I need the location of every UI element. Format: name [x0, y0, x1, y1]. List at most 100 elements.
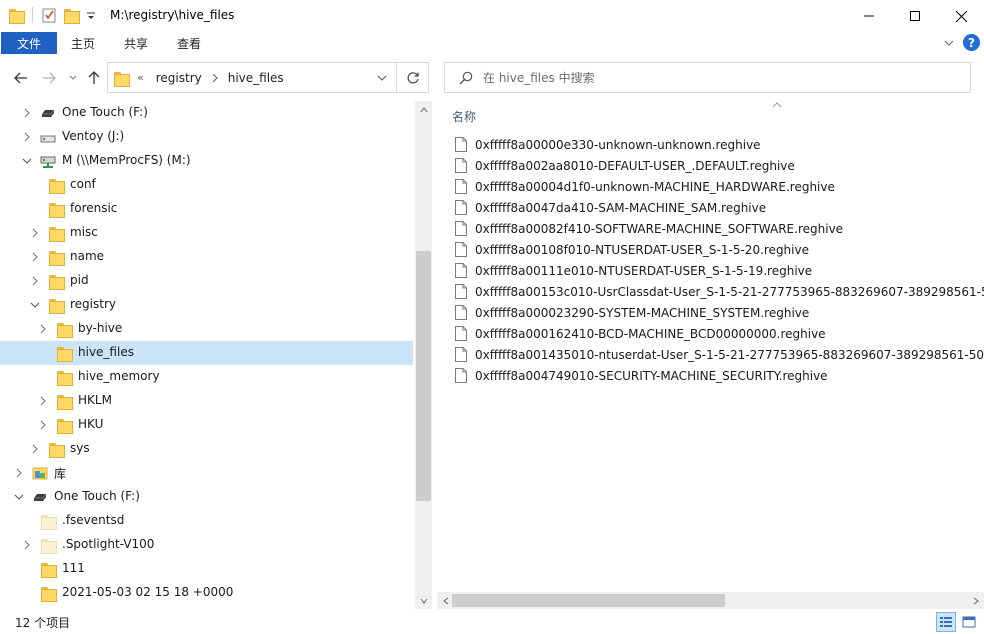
chevron-down-icon[interactable] [14, 492, 24, 502]
forward-button[interactable] [40, 69, 58, 87]
chevron-right-icon[interactable] [30, 444, 40, 454]
scroll-up-button[interactable] [415, 101, 432, 118]
chevron-right-icon[interactable] [211, 73, 219, 83]
content-hscrollbar[interactable] [437, 592, 984, 609]
close-button[interactable] [938, 0, 984, 32]
tree-item[interactable]: by-hive [0, 317, 413, 341]
tree-item[interactable]: 111 [0, 557, 413, 581]
scroll-thumb[interactable] [452, 594, 725, 607]
file-list[interactable]: 名称 0xfffff8a00000e330-unknown-unknown.re… [437, 101, 984, 592]
file-row[interactable]: 0xfffff8a004749010-SECURITY-MACHINE_SECU… [455, 365, 828, 386]
search-input[interactable]: 在 hive_files 中搜索 [444, 62, 971, 93]
tab-view[interactable]: 查看 [177, 32, 201, 54]
file-row[interactable]: 0xfffff8a00108f010-NTUSERDAT-USER_S-1-5-… [455, 239, 809, 260]
chevron-right-icon[interactable] [30, 252, 40, 262]
chevron-right-icon[interactable] [22, 108, 32, 118]
back-button[interactable] [12, 69, 30, 87]
up-button[interactable] [85, 69, 103, 87]
chevron-right-icon[interactable] [38, 396, 48, 406]
file-icon [455, 326, 467, 341]
chevron-right-icon[interactable] [30, 276, 40, 286]
sort-ascending-icon [772, 102, 782, 108]
chevron-right-icon[interactable] [38, 324, 48, 334]
maximize-button[interactable] [892, 0, 938, 32]
file-row[interactable]: 0xfffff8a0047da410-SAM-MACHINE_SAM.reghi… [455, 197, 766, 218]
file-name: 0xfffff8a00004d1f0-unknown-MACHINE_HARDW… [475, 179, 835, 194]
file-icon [455, 200, 467, 215]
file-row[interactable]: 0xfffff8a00000e330-unknown-unknown.reghi… [455, 134, 761, 155]
file-icon [455, 242, 467, 257]
tree-item[interactable]: forensic [0, 197, 413, 221]
large-icons-view-button[interactable] [959, 612, 979, 632]
chevron-right-icon[interactable] [14, 468, 24, 478]
help-icon[interactable]: ? [963, 34, 980, 51]
chevron-right-icon[interactable] [22, 540, 32, 550]
address-dropdown-icon[interactable] [376, 73, 388, 83]
column-header-name[interactable]: 名称 [452, 108, 476, 125]
tree-item-label: .Spotlight-V100 [62, 537, 155, 551]
address-bar[interactable]: « registry hive_files [107, 62, 397, 93]
tab-share[interactable]: 共享 [124, 32, 148, 54]
breadcrumb-hive-files[interactable]: hive_files [228, 71, 284, 85]
tree-item[interactable]: hive_memory [0, 365, 413, 389]
breadcrumb-registry[interactable]: registry [156, 71, 202, 85]
file-row[interactable]: 0xfffff8a00082f410-SOFTWARE-MACHINE_SOFT… [455, 218, 843, 239]
chevron-up-icon [420, 106, 427, 112]
tree-item-label: One Touch (F:) [62, 105, 148, 119]
tree-item[interactable]: hive_files [0, 341, 413, 365]
file-name: 0xfffff8a00000e330-unknown-unknown.reghi… [475, 137, 761, 152]
tree-item[interactable]: .fseventsd [0, 509, 413, 533]
breadcrumb-overflow[interactable]: « [137, 71, 144, 84]
folder-icon [40, 561, 57, 578]
tab-file[interactable]: 文件 [1, 32, 57, 54]
file-name: 0xfffff8a002aa8010-DEFAULT-USER_.DEFAULT… [475, 158, 795, 173]
tree-item[interactable]: HKU [0, 413, 413, 437]
chevron-right-icon[interactable] [22, 132, 32, 142]
tree-item[interactable]: registry [0, 293, 413, 317]
tree-item[interactable]: conf [0, 173, 413, 197]
tree-item[interactable]: 库 [0, 461, 413, 485]
new-folder-icon[interactable] [63, 7, 80, 24]
file-row[interactable]: 0xfffff8a000023290-SYSTEM-MACHINE_SYSTEM… [455, 302, 809, 323]
nav-scrollbar[interactable] [415, 101, 432, 609]
file-row[interactable]: 0xfffff8a00153c010-UsrClassdat-User_S-1-… [455, 281, 984, 302]
tree-item[interactable]: .Spotlight-V100 [0, 533, 413, 557]
file-row[interactable]: 0xfffff8a00111e010-NTUSERDAT-USER_S-1-5-… [455, 260, 812, 281]
tree-item[interactable]: One Touch (F:) [0, 101, 413, 125]
scroll-down-button[interactable] [415, 592, 432, 609]
maximize-icon [910, 11, 920, 21]
file-name: 0xfffff8a001435010-ntuserdat-User_S-1-5-… [475, 347, 984, 362]
details-view-button[interactable] [936, 612, 956, 632]
expand-ribbon-icon[interactable] [943, 37, 955, 49]
properties-icon[interactable] [41, 7, 57, 23]
refresh-button[interactable] [397, 62, 429, 93]
recent-locations-button[interactable] [64, 69, 82, 87]
arrow-right-icon [43, 72, 56, 84]
customize-toolbar-icon[interactable] [85, 7, 97, 23]
tree-item[interactable]: name [0, 245, 413, 269]
minimize-icon [864, 15, 874, 17]
chevron-down-icon[interactable] [30, 300, 40, 310]
tree-item-label: hive_files [78, 345, 134, 359]
file-row[interactable]: 0xfffff8a002aa8010-DEFAULT-USER_.DEFAULT… [455, 155, 795, 176]
tree-item[interactable]: One Touch (F:) [0, 485, 413, 509]
chevron-down-icon[interactable] [22, 156, 32, 166]
tree-item[interactable]: Ventoy (J:) [0, 125, 413, 149]
tree-item[interactable]: M (\\MemProcFS) (M:) [0, 149, 413, 173]
tree-item[interactable]: pid [0, 269, 413, 293]
navigation-pane[interactable]: One Touch (F:) Ventoy (J:) M (\\MemProcFS)… [0, 101, 415, 609]
scroll-right-button[interactable] [967, 592, 984, 609]
tree-item[interactable]: sys [0, 437, 413, 461]
file-row[interactable]: 0xfffff8a000162410-BCD-MACHINE_BCD000000… [455, 323, 826, 344]
chevron-right-icon[interactable] [38, 420, 48, 430]
file-row[interactable]: 0xfffff8a00004d1f0-unknown-MACHINE_HARDW… [455, 176, 835, 197]
minimize-button[interactable] [846, 0, 892, 32]
tree-item[interactable]: misc [0, 221, 413, 245]
chevron-right-icon[interactable] [30, 228, 40, 238]
large-icons-view-icon [962, 616, 976, 628]
tree-item[interactable]: 2021-05-03 02 15 18 +0000 [0, 581, 413, 605]
scroll-thumb[interactable] [416, 251, 431, 501]
file-row[interactable]: 0xfffff8a001435010-ntuserdat-User_S-1-5-… [455, 344, 984, 365]
tree-item[interactable]: HKLM [0, 389, 413, 413]
tab-home[interactable]: 主页 [71, 32, 95, 54]
